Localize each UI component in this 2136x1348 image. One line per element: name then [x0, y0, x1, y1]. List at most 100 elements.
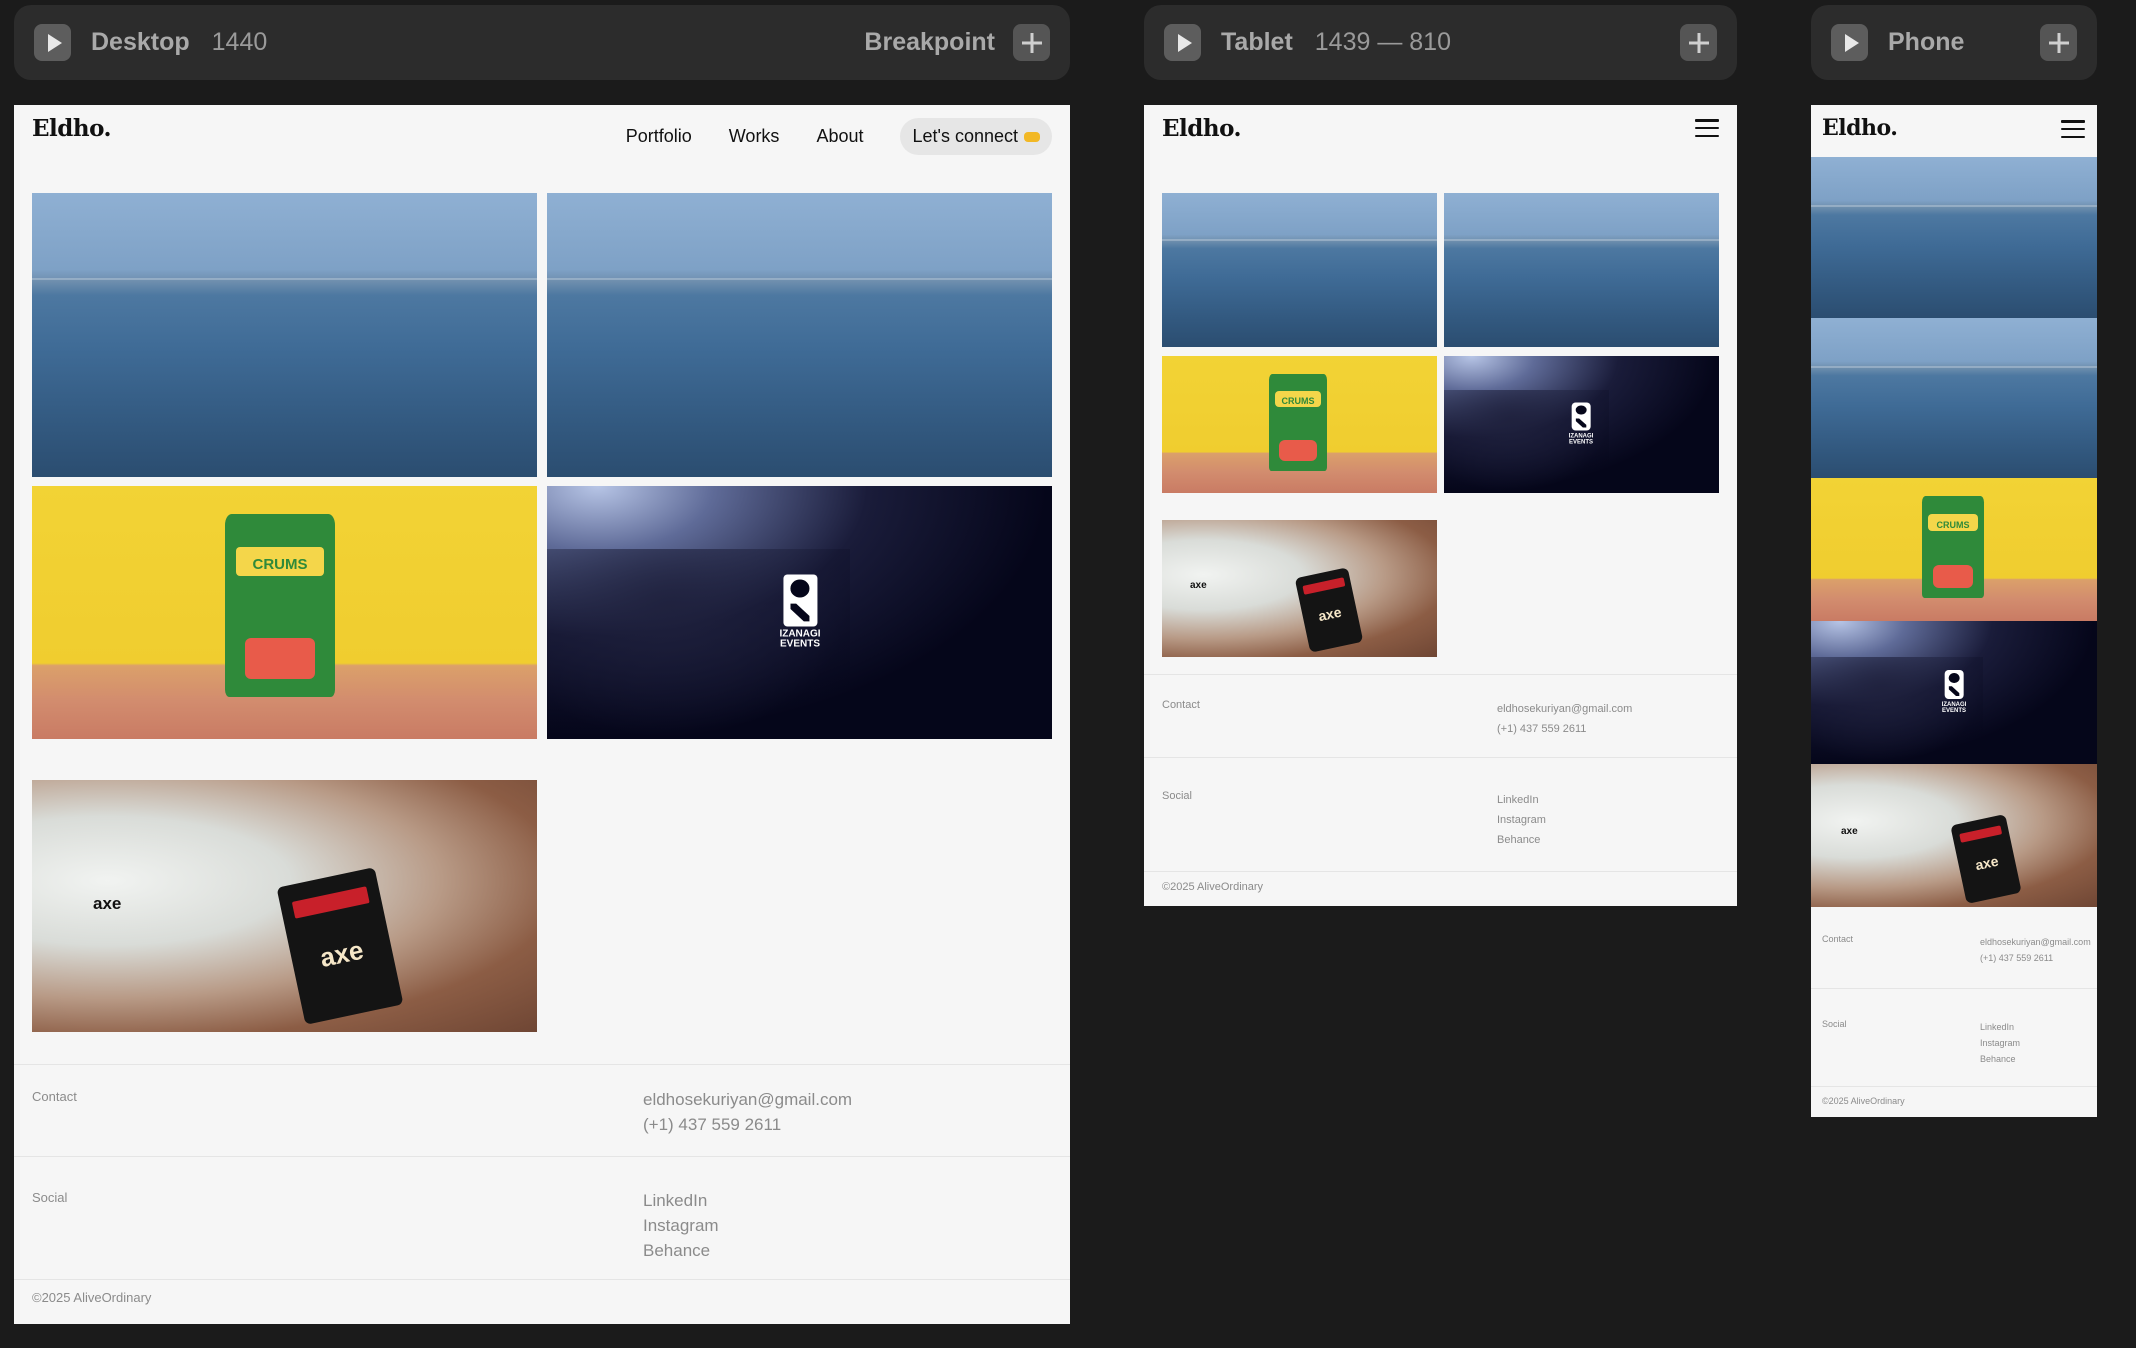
- site-logo[interactable]: Eldho.: [1822, 115, 1898, 141]
- social-linkedin[interactable]: LinkedIn: [1980, 1019, 2020, 1035]
- crums-bag: [225, 514, 335, 697]
- footer-phone[interactable]: (+1) 437 559 2611: [1980, 950, 2091, 966]
- breakpoint-name: Tablet: [1221, 28, 1293, 56]
- social-instagram[interactable]: Instagram: [1497, 810, 1546, 830]
- footer-copyright-row: ©2025 AliveOrdinary: [1811, 1086, 2097, 1117]
- footer-email[interactable]: eldhosekuriyan@gmail.com: [643, 1087, 852, 1112]
- axe-can: axe: [1294, 567, 1364, 653]
- izanagi-line2: EVENTS: [1568, 439, 1594, 446]
- crums-bag: [1922, 496, 1984, 598]
- footer-social-row: Social LinkedIn Instagram Behance: [1811, 988, 2097, 1086]
- footer-copyright: ©2025 AliveOrdinary: [1822, 1096, 1905, 1106]
- footer-contact-row: Contact eldhosekuriyan@gmail.com (+1) 43…: [1811, 907, 2097, 988]
- footer-phone[interactable]: (+1) 437 559 2611: [1497, 719, 1632, 739]
- plus-icon[interactable]: [2040, 24, 2077, 61]
- project-sea-2[interactable]: [1811, 318, 2097, 478]
- handshake-icon: [1024, 132, 1040, 143]
- project-izanagi[interactable]: IZANAGI EVENTS: [1444, 356, 1719, 493]
- footer-contact-row: Contact eldhosekuriyan@gmail.com (+1) 43…: [14, 1064, 1070, 1156]
- project-axe[interactable]: axe axe: [32, 780, 537, 1032]
- plus-icon[interactable]: [1680, 24, 1717, 61]
- footer-social-links: LinkedIn Instagram Behance: [1980, 1019, 2020, 1067]
- footer-social-label: Social: [1162, 790, 1192, 802]
- main-nav: Portfolio Works About Let's connect: [626, 118, 1052, 155]
- axe-tag: axe: [1841, 826, 1858, 837]
- izanagi-logo: IZANAGI EVENTS: [779, 574, 821, 650]
- play-icon[interactable]: [1164, 24, 1201, 61]
- footer-email[interactable]: eldhosekuriyan@gmail.com: [1980, 934, 2091, 950]
- phone-breakpoint-bar: Phone: [1811, 5, 2097, 80]
- crums-bag: [1269, 374, 1327, 471]
- project-sea-1[interactable]: [1811, 157, 2097, 318]
- project-izanagi[interactable]: IZANAGI EVENTS: [547, 486, 1052, 739]
- project-crums[interactable]: CRUMS: [32, 486, 537, 739]
- izanagi-logo: IZANAGI EVENTS: [1941, 670, 1967, 714]
- play-icon[interactable]: [1831, 24, 1868, 61]
- site-logo[interactable]: Eldho.: [32, 115, 112, 142]
- project-sea-2[interactable]: [547, 193, 1052, 477]
- footer-social-row: Social LinkedIn Instagram Behance: [14, 1156, 1070, 1279]
- axe-tag: axe: [1190, 580, 1207, 591]
- footer-contact-values: eldhosekuriyan@gmail.com (+1) 437 559 26…: [1497, 699, 1632, 739]
- breakpoint-name: Phone: [1888, 28, 1965, 56]
- footer-social-row: Social LinkedIn Instagram Behance: [1144, 757, 1737, 871]
- axe-can-word: axe: [317, 934, 366, 974]
- play-icon[interactable]: [34, 24, 71, 61]
- nav-about[interactable]: About: [816, 126, 863, 147]
- nav-portfolio[interactable]: Portfolio: [626, 126, 692, 147]
- social-linkedin[interactable]: LinkedIn: [1497, 790, 1546, 810]
- desktop-breakpoint-bar: Desktop 1440 Breakpoint: [14, 5, 1070, 80]
- footer-social-label: Social: [1822, 1019, 1847, 1029]
- social-behance[interactable]: Behance: [1497, 830, 1546, 850]
- site-logo[interactable]: Eldho.: [1162, 115, 1242, 142]
- footer-contact-values: eldhosekuriyan@gmail.com (+1) 437 559 26…: [643, 1087, 852, 1137]
- social-behance[interactable]: Behance: [643, 1238, 719, 1263]
- plus-icon[interactable]: [1013, 24, 1050, 61]
- izanagi-line2: EVENTS: [779, 638, 821, 650]
- izanagi-logo: IZANAGI EVENTS: [1568, 402, 1594, 446]
- izanagi-line2: EVENTS: [1941, 708, 1967, 714]
- footer-social-links: LinkedIn Instagram Behance: [643, 1188, 719, 1263]
- breakpoint-name: Desktop: [91, 28, 190, 56]
- social-behance[interactable]: Behance: [1980, 1051, 2020, 1067]
- crums-title: CRUMS: [1281, 396, 1315, 406]
- tablet-breakpoint-bar: Tablet 1439 — 810: [1144, 5, 1737, 80]
- footer-phone[interactable]: (+1) 437 559 2611: [643, 1112, 852, 1137]
- axe-can-word: axe: [1973, 852, 2000, 874]
- footer-social-links: LinkedIn Instagram Behance: [1497, 790, 1546, 850]
- project-axe[interactable]: axe axe: [1162, 520, 1437, 657]
- breakpoint-width: 1440: [211, 28, 268, 56]
- footer-copyright: ©2025 AliveOrdinary: [32, 1290, 152, 1305]
- footer-email[interactable]: eldhosekuriyan@gmail.com: [1497, 699, 1632, 719]
- project-crums[interactable]: CRUMS: [1811, 478, 2097, 621]
- social-instagram[interactable]: Instagram: [1980, 1035, 2020, 1051]
- menu-icon[interactable]: [2061, 120, 2085, 138]
- connect-button[interactable]: Let's connect: [900, 118, 1052, 155]
- project-sea-1[interactable]: [1162, 193, 1437, 347]
- crums-title: CRUMS: [252, 556, 308, 573]
- footer-copyright-row: ©2025 AliveOrdinary: [14, 1279, 1070, 1324]
- phone-frame: Eldho. CRUMS IZANAGI EVENTS axe axe Conta…: [1811, 105, 2097, 1117]
- breakpoint-label[interactable]: Breakpoint: [864, 28, 995, 57]
- project-sea-2[interactable]: [1444, 193, 1719, 347]
- axe-tag: axe: [93, 894, 122, 913]
- axe-can: axe: [276, 867, 404, 1025]
- axe-can: axe: [1950, 814, 2022, 904]
- nav-works[interactable]: Works: [729, 126, 780, 147]
- project-izanagi[interactable]: IZANAGI EVENTS: [1811, 621, 2097, 764]
- desktop-frame: Eldho. Portfolio Works About Let's conne…: [14, 105, 1070, 1324]
- footer-contact-label: Contact: [1162, 699, 1200, 711]
- social-linkedin[interactable]: LinkedIn: [643, 1188, 719, 1213]
- social-instagram[interactable]: Instagram: [643, 1213, 719, 1238]
- tablet-frame: Eldho. CRUMS IZANAGI EVENTS axe axe Conta…: [1144, 105, 1737, 906]
- project-crums[interactable]: CRUMS: [1162, 356, 1437, 493]
- footer-social-label: Social: [32, 1190, 68, 1205]
- project-axe[interactable]: axe axe: [1811, 764, 2097, 907]
- project-sea-1[interactable]: [32, 193, 537, 477]
- footer-contact-label: Contact: [1822, 934, 1854, 944]
- footer-copyright: ©2025 AliveOrdinary: [1162, 881, 1264, 893]
- footer-copyright-row: ©2025 AliveOrdinary: [1144, 871, 1737, 906]
- menu-icon[interactable]: [1695, 119, 1719, 137]
- axe-can-word: axe: [1316, 603, 1343, 625]
- breakpoint-range: 1439 — 810: [1314, 28, 1451, 56]
